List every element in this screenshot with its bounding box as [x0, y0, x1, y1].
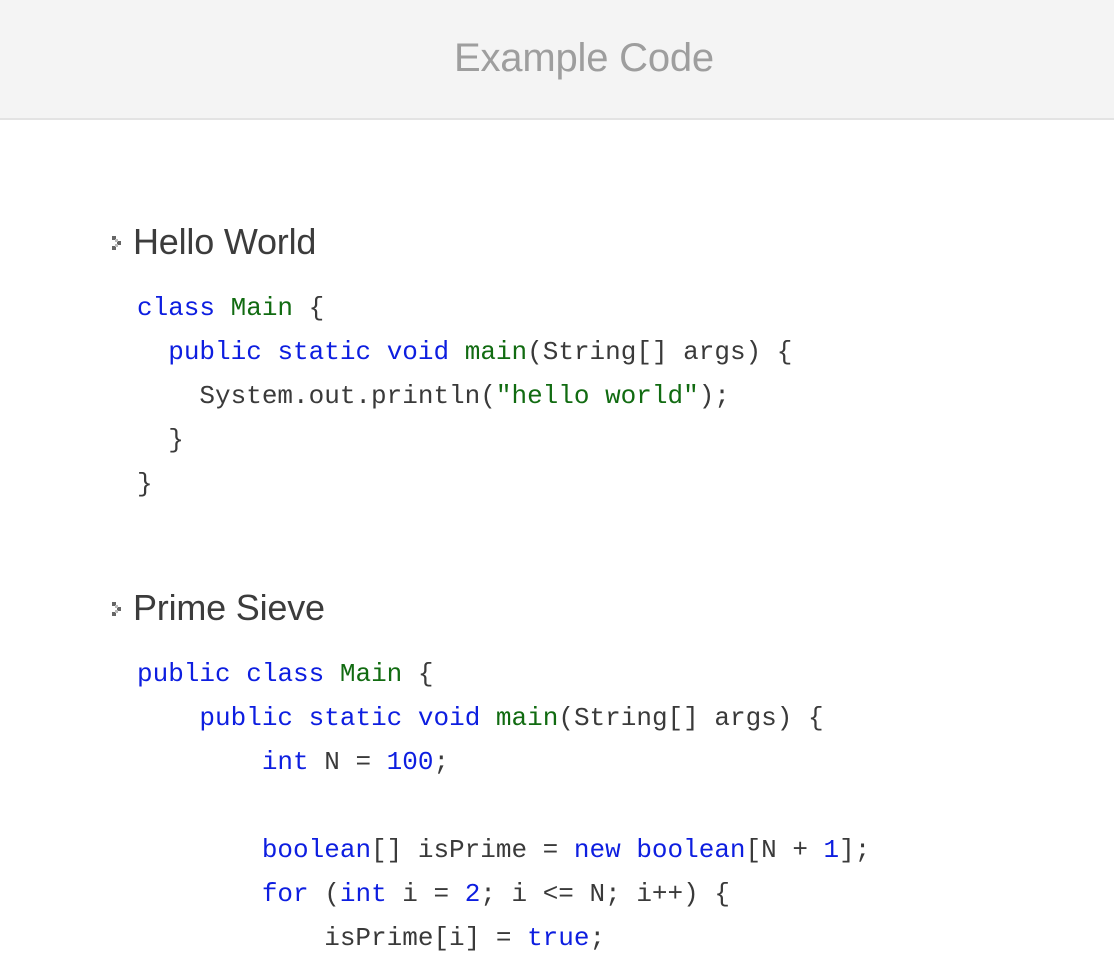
code-block: public class Main { public static void m…	[137, 652, 870, 960]
code-token: (String[] args) {	[527, 337, 793, 367]
code-token: class	[137, 293, 216, 323]
code-token: main	[464, 337, 528, 367]
code-line: int N = 100;	[137, 740, 870, 784]
expand-arrow-icon[interactable]	[112, 602, 126, 620]
code-token: class	[246, 659, 325, 689]
code-token: public	[199, 703, 294, 733]
code-token: int	[339, 879, 387, 909]
code-token: ;	[589, 923, 606, 953]
code-token: void	[417, 703, 481, 733]
page-header: Example Code	[0, 0, 1114, 120]
section-header[interactable]: Hello World	[112, 220, 1102, 264]
code-token: new	[573, 835, 621, 865]
code-token: i =	[386, 879, 465, 909]
code-line: for (int i = 2; i <= N; i++) {	[137, 872, 870, 916]
code-token: isPrime[i] =	[137, 923, 528, 953]
code-token: ;	[433, 747, 450, 777]
code-token: boolean	[261, 835, 372, 865]
code-line: isPrime[i] = true;	[137, 916, 870, 960]
code-line: public class Main {	[137, 652, 870, 696]
code-token: "hello world"	[495, 381, 699, 411]
code-line: }	[137, 418, 792, 462]
code-token: static	[308, 703, 403, 733]
code-line: System.out.println("hello world");	[137, 374, 792, 418]
code-line: public static void main(String[] args) {	[137, 696, 870, 740]
code-line: }	[137, 462, 792, 506]
code-token: void	[386, 337, 450, 367]
code-token: }	[137, 425, 184, 455]
code-token: int	[261, 747, 309, 777]
code-section-hello-world: Hello World class Main { public static v…	[112, 220, 1102, 499]
code-block: class Main { public static void main(Str…	[137, 286, 792, 506]
code-token: {	[293, 293, 325, 323]
expand-arrow-icon[interactable]	[112, 236, 126, 254]
code-section-prime-sieve: Prime Sieve public class Main { public s…	[112, 586, 1102, 953]
code-token: Main	[339, 659, 403, 689]
code-token: true	[527, 923, 590, 953]
code-token: ; i <= N; i++) {	[480, 879, 730, 909]
code-token: public	[137, 659, 231, 689]
code-token: 2	[464, 879, 481, 909]
code-token: );	[698, 381, 730, 411]
code-token: public	[168, 337, 262, 367]
page-title: Example Code	[454, 36, 714, 80]
code-token: [] isPrime =	[371, 835, 574, 865]
code-line: boolean[] isPrime = new boolean[N + 1];	[137, 828, 871, 872]
code-token: (	[308, 879, 340, 909]
code-token: 1	[823, 835, 840, 865]
code-token: boolean	[636, 835, 746, 865]
code-line: public static void main(String[] args) {	[137, 330, 792, 374]
section-title: Hello World	[133, 221, 317, 262]
code-token: static	[277, 337, 372, 367]
section-header[interactable]: Prime Sieve	[112, 586, 1102, 630]
section-title: Prime Sieve	[133, 587, 325, 628]
code-token: 100	[386, 747, 434, 777]
code-token: ];	[839, 835, 871, 865]
code-line: class Main {	[137, 286, 792, 330]
code-token: (String[] args) {	[558, 703, 824, 733]
code-token: for	[261, 879, 309, 909]
code-token: [N +	[745, 835, 824, 865]
code-token: Main	[230, 293, 294, 323]
code-token: {	[402, 659, 434, 689]
code-token: }	[137, 469, 153, 499]
code-token: System.out.println(	[137, 381, 496, 411]
code-token: main	[495, 703, 559, 733]
code-token: N =	[308, 747, 387, 777]
